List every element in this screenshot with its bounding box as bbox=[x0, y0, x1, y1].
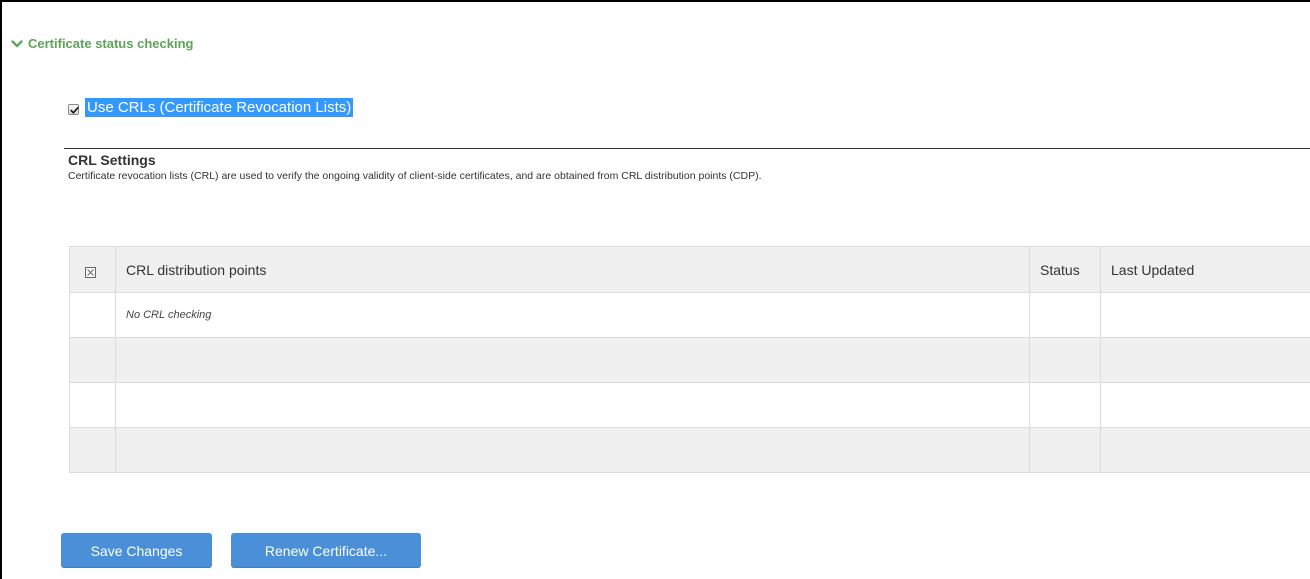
last-updated-cell bbox=[1100, 337, 1310, 383]
last-updated-cell bbox=[1100, 382, 1310, 428]
chevron-down-icon bbox=[11, 38, 23, 50]
table-row[interactable] bbox=[69, 382, 1310, 428]
table-row[interactable] bbox=[69, 427, 1310, 473]
section-title: Certificate status checking bbox=[28, 36, 194, 51]
status-cell bbox=[1029, 427, 1101, 473]
distribution-point-cell bbox=[115, 382, 1030, 428]
distribution-point-cell: No CRL checking bbox=[115, 292, 1030, 338]
crl-settings-description: Certificate revocation lists (CRL) are u… bbox=[68, 170, 762, 182]
row-select-cell[interactable] bbox=[69, 427, 116, 473]
crl-distribution-points-table: CRL distribution points Status Last Upda… bbox=[69, 246, 1310, 473]
row-select-cell[interactable] bbox=[69, 337, 116, 383]
distribution-point-cell bbox=[115, 337, 1030, 383]
column-header-last-updated[interactable]: Last Updated bbox=[1100, 246, 1310, 293]
row-select-cell[interactable] bbox=[69, 292, 116, 338]
last-updated-cell bbox=[1100, 427, 1310, 473]
renew-certificate-button[interactable]: Renew Certificate... bbox=[231, 533, 421, 568]
column-header-status[interactable]: Status bbox=[1029, 246, 1101, 293]
crl-settings-title: CRL Settings bbox=[68, 152, 156, 168]
table-row[interactable] bbox=[69, 337, 1310, 383]
section-toggle-certificate-status[interactable]: Certificate status checking bbox=[11, 36, 193, 51]
table-header-row: CRL distribution points Status Last Upda… bbox=[69, 246, 1310, 293]
select-all-cell[interactable] bbox=[69, 246, 116, 293]
use-crls-option[interactable]: Use CRLs (Certificate Revocation Lists) bbox=[68, 98, 354, 117]
status-cell bbox=[1029, 382, 1101, 428]
save-changes-button[interactable]: Save Changes bbox=[61, 533, 212, 568]
last-updated-cell bbox=[1100, 292, 1310, 338]
table-row[interactable]: No CRL checking bbox=[69, 292, 1310, 338]
row-select-cell[interactable] bbox=[69, 382, 116, 428]
use-crls-label[interactable]: Use CRLs (Certificate Revocation Lists) bbox=[85, 98, 354, 117]
status-cell bbox=[1029, 337, 1101, 383]
select-all-checkbox-icon[interactable] bbox=[85, 265, 96, 279]
page-frame: Certificate status checking Use CRLs (Ce… bbox=[0, 0, 1310, 579]
status-cell bbox=[1029, 292, 1101, 338]
use-crls-checkbox[interactable] bbox=[68, 104, 79, 115]
distribution-point-cell bbox=[115, 427, 1030, 473]
column-header-distribution-points[interactable]: CRL distribution points bbox=[115, 246, 1030, 293]
crl-settings-section: CRL Settings Certificate revocation list… bbox=[64, 148, 1310, 182]
